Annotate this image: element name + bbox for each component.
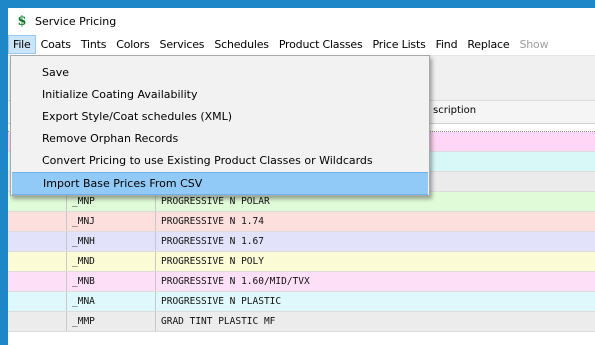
- file-menu-dropdown: Save Initialize Coating Availability Expor…: [10, 55, 430, 196]
- menu-colors[interactable]: Colors: [111, 35, 154, 54]
- description-cell[interactable]: PROGRESSIVE N 1.67: [155, 236, 264, 247]
- menu-tints[interactable]: Tints: [76, 35, 111, 54]
- menu-file[interactable]: File: [8, 35, 36, 54]
- table-row[interactable]: _MMP GRAD TINT PLASTIC MF: [8, 312, 595, 332]
- code-text: _MNB: [72, 276, 95, 287]
- description-column-header[interactable]: scription: [433, 105, 476, 116]
- file-menu-item-convert-pricing-to-use-existing-product-classes-or-wildcards[interactable]: Convert Pricing to use Existing Product …: [11, 150, 429, 171]
- menu-bar: File Coats Tints Colors Services Schedules Pro…: [8, 34, 595, 56]
- menu-item-label: Import Base Prices From CSV: [43, 177, 203, 190]
- code-text: _MNH: [72, 236, 95, 247]
- code-text: _MMP: [72, 316, 95, 327]
- description-cell[interactable]: PROGRESSIVE N 1.60/MID/TVX: [155, 276, 310, 287]
- menu-item-label: Initialize Coating Availability: [42, 88, 198, 101]
- menu-find[interactable]: Find: [431, 35, 463, 54]
- menu-item-label: Remove Orphan Records: [42, 132, 179, 145]
- code-cell[interactable]: _MNB: [66, 272, 156, 291]
- menu-item-label: Convert Pricing to use Existing Product …: [42, 154, 373, 167]
- row-selector-cell[interactable]: [8, 232, 67, 251]
- menu-replace[interactable]: Replace: [462, 35, 514, 54]
- menu-product-classes[interactable]: Product Classes: [274, 35, 368, 54]
- menu-coats[interactable]: Coats: [36, 35, 76, 54]
- menu-price-lists[interactable]: Price Lists: [368, 35, 431, 54]
- row-selector-cell[interactable]: [8, 252, 67, 271]
- table-row[interactable]: _MNJ PROGRESSIVE N 1.74: [8, 212, 595, 232]
- dollar-icon: $: [17, 13, 27, 29]
- code-cell[interactable]: _MNH: [66, 232, 156, 251]
- file-menu-item-import-base-prices-from-csv[interactable]: Import Base Prices From CSV: [12, 172, 428, 195]
- table-row[interactable]: _MND PROGRESSIVE N POLY: [8, 252, 595, 272]
- window-title: Service Pricing: [35, 14, 117, 28]
- code-cell[interactable]: _MND: [66, 252, 156, 271]
- code-text: _MNP: [72, 196, 95, 207]
- menu-item-label: Save: [42, 66, 70, 79]
- code-text: _MNJ: [72, 216, 95, 227]
- description-cell[interactable]: PROGRESSIVE N PLASTIC: [155, 296, 281, 307]
- file-menu-item-save[interactable]: Save: [11, 62, 429, 83]
- menu-schedules[interactable]: Schedules: [209, 35, 273, 54]
- file-menu-item-export-style-coat-schedules-xml[interactable]: Export Style/Coat schedules (XML): [11, 106, 429, 127]
- title-bar: $ Service Pricing: [8, 8, 595, 34]
- row-selector-cell[interactable]: [8, 212, 67, 231]
- row-selector-cell[interactable]: [8, 292, 67, 311]
- code-cell[interactable]: _MNA: [66, 292, 156, 311]
- table-row[interactable]: _MNB PROGRESSIVE N 1.60/MID/TVX: [8, 272, 595, 292]
- file-menu-item-remove-orphan-records[interactable]: Remove Orphan Records: [11, 128, 429, 149]
- row-selector-cell[interactable]: [8, 312, 67, 331]
- file-menu-item-initialize-coating-availability[interactable]: Initialize Coating Availability: [11, 84, 429, 105]
- description-cell[interactable]: PROGRESSIVE N POLY: [155, 256, 264, 267]
- menu-show[interactable]: Show: [514, 35, 553, 54]
- row-selector-cell[interactable]: [8, 272, 67, 291]
- table-row[interactable]: _MNA PROGRESSIVE N PLASTIC: [8, 292, 595, 312]
- description-cell[interactable]: PROGRESSIVE N POLAR: [155, 196, 270, 207]
- code-cell[interactable]: _MNJ: [66, 212, 156, 231]
- table-row[interactable]: _MNH PROGRESSIVE N 1.67: [8, 232, 595, 252]
- menu-item-label: Export Style/Coat schedules (XML): [42, 110, 233, 123]
- code-text: _MNA: [72, 296, 95, 307]
- description-cell[interactable]: GRAD TINT PLASTIC MF: [155, 316, 275, 327]
- menu-services[interactable]: Services: [155, 35, 210, 54]
- description-cell[interactable]: PROGRESSIVE N 1.74: [155, 216, 264, 227]
- code-text: _MND: [72, 256, 95, 267]
- code-cell[interactable]: _MMP: [66, 312, 156, 331]
